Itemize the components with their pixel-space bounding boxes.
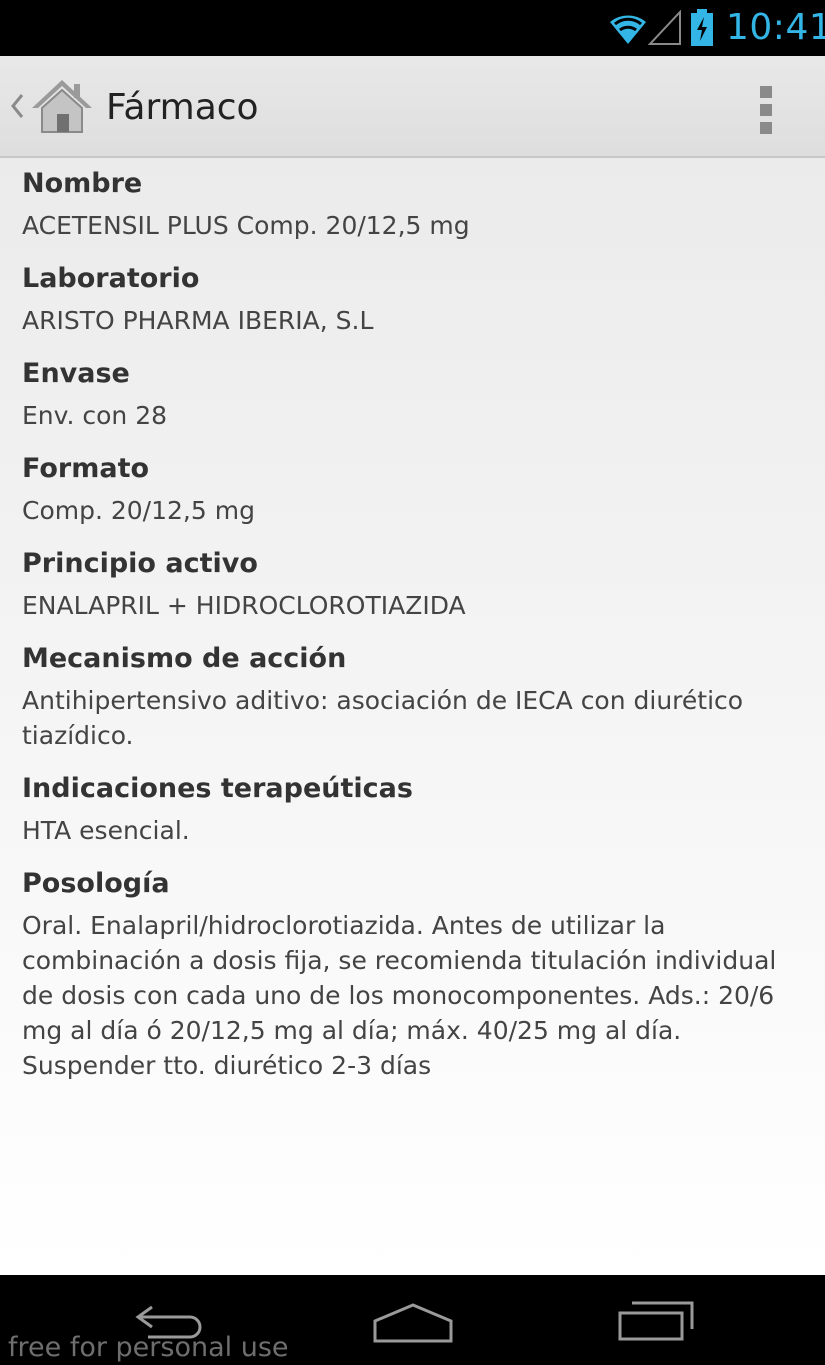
field-value: Comp. 20/12,5 mg bbox=[22, 496, 255, 525]
field-posologia: Posología Oral. Enalapril/hidroclorotiaz… bbox=[22, 866, 812, 1083]
field-value: HTA esencial. bbox=[22, 816, 190, 845]
up-chevron-icon[interactable] bbox=[8, 92, 26, 124]
field-envase: Envase Env. con 28 bbox=[22, 356, 812, 433]
content-area[interactable]: Nombre ACETENSIL PLUS Comp. 20/12,5 mg L… bbox=[0, 158, 825, 1275]
field-value: ARISTO PHARMA IBERIA, S.L bbox=[22, 306, 374, 335]
screen: 10:41 Fármaco Nombre ACETENSIL PLUS Comp… bbox=[0, 0, 825, 1365]
field-label: Envase bbox=[22, 358, 130, 389]
field-laboratorio: Laboratorio ARISTO PHARMA IBERIA, S.L bbox=[22, 261, 812, 338]
watermark: free for personal use bbox=[8, 1332, 289, 1363]
field-value: Env. con 28 bbox=[22, 401, 168, 430]
field-label: Mecanismo de acción bbox=[22, 643, 347, 674]
overflow-dot bbox=[760, 86, 772, 98]
overflow-menu-icon[interactable] bbox=[746, 80, 786, 134]
home-icon[interactable] bbox=[30, 76, 94, 140]
battery-charging-icon bbox=[690, 9, 714, 51]
page-title: Fármaco bbox=[106, 87, 259, 128]
field-value: ENALAPRIL + HIDROCLOROTIAZIDA bbox=[22, 591, 466, 620]
drug-details-list[interactable]: Nombre ACETENSIL PLUS Comp. 20/12,5 mg L… bbox=[22, 158, 812, 1168]
field-value: ACETENSIL PLUS Comp. 20/12,5 mg bbox=[22, 211, 470, 240]
home-nav-icon[interactable] bbox=[370, 1301, 456, 1349]
field-label: Nombre bbox=[22, 168, 143, 199]
clock: 10:41 bbox=[726, 7, 825, 48]
field-value: Oral. Enalapril/hidroclorotiazida. Antes… bbox=[22, 911, 777, 1080]
field-label: Indicaciones terapeúticas bbox=[22, 773, 413, 804]
status-bar: 10:41 bbox=[0, 0, 825, 56]
recents-icon[interactable] bbox=[616, 1299, 696, 1347]
wifi-icon bbox=[608, 10, 648, 50]
overflow-dot bbox=[760, 122, 772, 134]
overflow-dot bbox=[760, 104, 772, 116]
action-bar: Fármaco bbox=[0, 56, 825, 158]
field-formato: Formato Comp. 20/12,5 mg bbox=[22, 451, 812, 528]
field-label: Principio activo bbox=[22, 548, 258, 579]
field-indicaciones-terapeuticas: Indicaciones terapeúticas HTA esencial. bbox=[22, 771, 812, 848]
field-mecanismo-de-accion: Mecanismo de acción Antihipertensivo adi… bbox=[22, 641, 812, 753]
field-value: Antihipertensivo aditivo: asociación de … bbox=[22, 686, 744, 750]
field-label: Formato bbox=[22, 453, 150, 484]
field-label: Laboratorio bbox=[22, 263, 200, 294]
signal-icon bbox=[647, 9, 682, 50]
field-nombre: Nombre ACETENSIL PLUS Comp. 20/12,5 mg bbox=[22, 166, 812, 243]
field-principio-activo: Principio activo ENALAPRIL + HIDROCLOROT… bbox=[22, 546, 812, 623]
field-label: Posología bbox=[22, 868, 170, 899]
